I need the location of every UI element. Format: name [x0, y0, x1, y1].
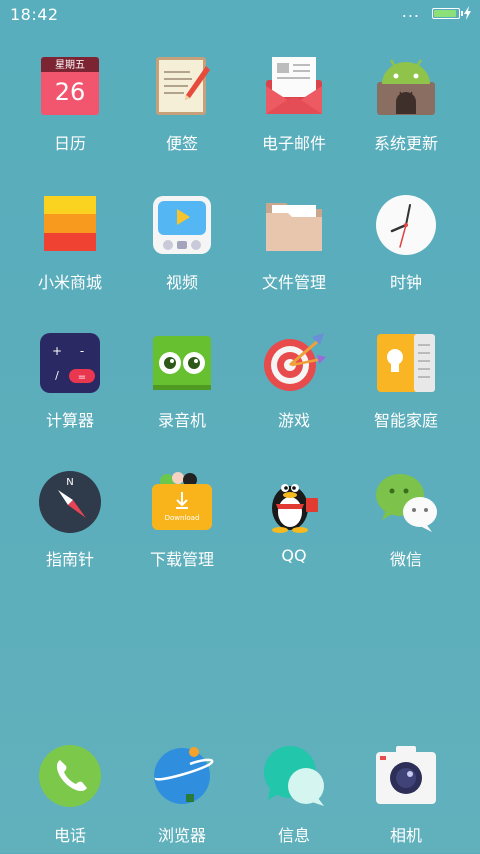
- calendar-day: 26: [55, 78, 86, 106]
- status-time: 18:42: [10, 5, 59, 24]
- app-file-manager[interactable]: 文件管理: [238, 193, 350, 303]
- calendar-icon: 星期五 26: [41, 57, 99, 115]
- compass-icon: N: [39, 471, 101, 533]
- app-label: 浏览器: [157, 826, 206, 845]
- app-label: 日历: [53, 134, 86, 153]
- app-compass[interactable]: N 指南针: [14, 470, 126, 580]
- recorder-icon: [153, 336, 211, 390]
- svg-text:+: +: [52, 344, 62, 358]
- download-badge-text: Download: [165, 514, 200, 522]
- app-calculator[interactable]: + - / = 计算器: [14, 331, 126, 441]
- app-wechat[interactable]: 微信: [350, 470, 462, 580]
- app-label: 文件管理: [261, 273, 326, 292]
- app-clock[interactable]: 时钟: [350, 193, 462, 303]
- email-icon: [266, 57, 322, 114]
- app-recorder[interactable]: 录音机: [126, 331, 238, 441]
- game-target-icon: [264, 333, 326, 391]
- app-notes[interactable]: 便签: [126, 54, 238, 164]
- notification-dots: ...: [401, 2, 420, 21]
- app-label: 微信: [389, 550, 422, 569]
- app-smart-home[interactable]: 智能家庭: [350, 331, 462, 441]
- app-label: 录音机: [157, 411, 206, 430]
- app-label: 指南针: [45, 550, 94, 569]
- app-video[interactable]: 视频: [126, 193, 238, 303]
- clock-icon: [376, 195, 436, 255]
- app-label: 计算器: [45, 411, 94, 430]
- dock-browser[interactable]: 浏览器: [126, 744, 238, 854]
- smart-home-icon: [377, 334, 435, 392]
- phone-icon: [39, 745, 101, 807]
- app-label: 时钟: [389, 273, 422, 292]
- app-label: 智能家庭: [373, 411, 438, 430]
- svg-text:-: -: [80, 344, 84, 358]
- app-label: QQ: [281, 546, 307, 565]
- svg-text:/: /: [55, 369, 59, 382]
- app-label: 电话: [53, 826, 86, 845]
- qq-penguin-icon: [272, 484, 318, 533]
- battery-icon: [432, 8, 463, 19]
- app-games[interactable]: 游戏: [238, 331, 350, 441]
- app-label: 信息: [277, 826, 310, 845]
- svg-text:=: =: [78, 372, 86, 383]
- wechat-icon: [376, 474, 437, 532]
- app-label: 相机: [389, 826, 422, 845]
- battery-level: [434, 10, 457, 17]
- video-icon: [153, 196, 211, 254]
- folder-icon: [266, 203, 322, 251]
- calendar-weekday: 星期五: [55, 59, 85, 71]
- charging-icon: [464, 6, 471, 20]
- app-label: 游戏: [277, 411, 310, 430]
- app-system-update[interactable]: 系统更新: [350, 54, 462, 164]
- calculator-icon: + - / =: [40, 333, 100, 393]
- notes-icon: [156, 57, 210, 115]
- app-label: 小米商城: [37, 273, 102, 292]
- dock-camera[interactable]: 相机: [350, 744, 462, 854]
- app-calendar[interactable]: 星期五 26 日历: [14, 54, 126, 164]
- messages-icon: [264, 746, 324, 806]
- app-download-manager[interactable]: Download 下载管理: [126, 470, 238, 580]
- camera-icon: [376, 746, 436, 804]
- mi-store-icon: [44, 196, 96, 251]
- app-label: 下载管理: [149, 550, 214, 569]
- app-mi-store[interactable]: 小米商城: [14, 193, 126, 303]
- browser-planet-icon: [154, 747, 214, 804]
- compass-north-label: N: [66, 477, 73, 488]
- app-label: 视频: [165, 273, 198, 292]
- download-icon: Download: [152, 472, 212, 530]
- dock-messages[interactable]: 信息: [238, 744, 350, 854]
- app-label: 系统更新: [373, 134, 438, 153]
- app-qq[interactable]: QQ: [238, 470, 350, 580]
- system-update-icon: [377, 59, 435, 115]
- app-label: 电子邮件: [261, 134, 326, 153]
- dock-phone[interactable]: 电话: [14, 744, 126, 854]
- status-bar: 18:42 ...: [0, 0, 480, 28]
- app-label: 便签: [165, 134, 198, 153]
- app-email[interactable]: 电子邮件: [238, 54, 350, 164]
